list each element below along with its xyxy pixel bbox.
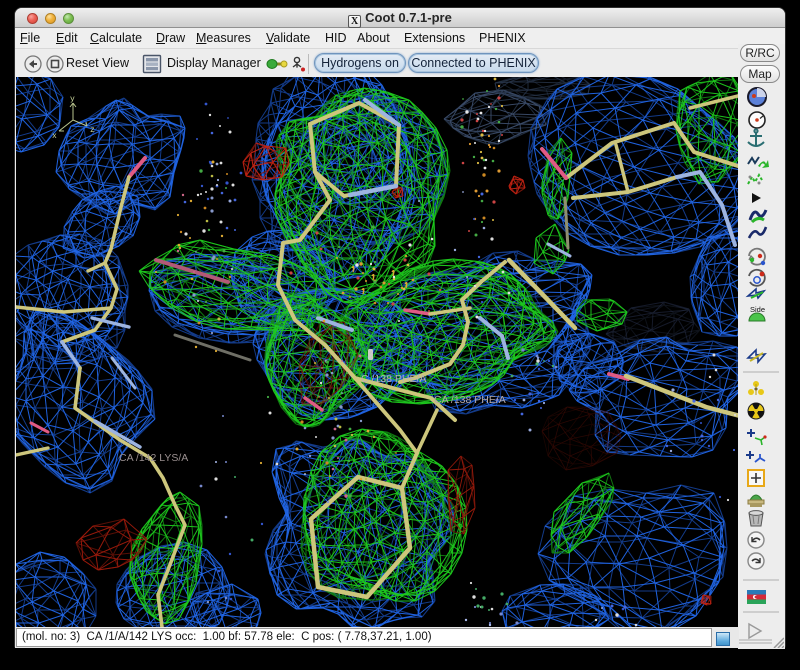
svg-text:y: y (70, 95, 75, 104)
svg-text:CA /138 PHE/A: CA /138 PHE/A (434, 394, 506, 406)
svg-text:CA /142 LYS/A: CA /142 LYS/A (119, 452, 188, 464)
svg-text:z: z (90, 126, 95, 135)
svg-text:x: x (52, 132, 57, 141)
svg-text:C /138 PHE/A: C /138 PHE/A (361, 373, 426, 385)
